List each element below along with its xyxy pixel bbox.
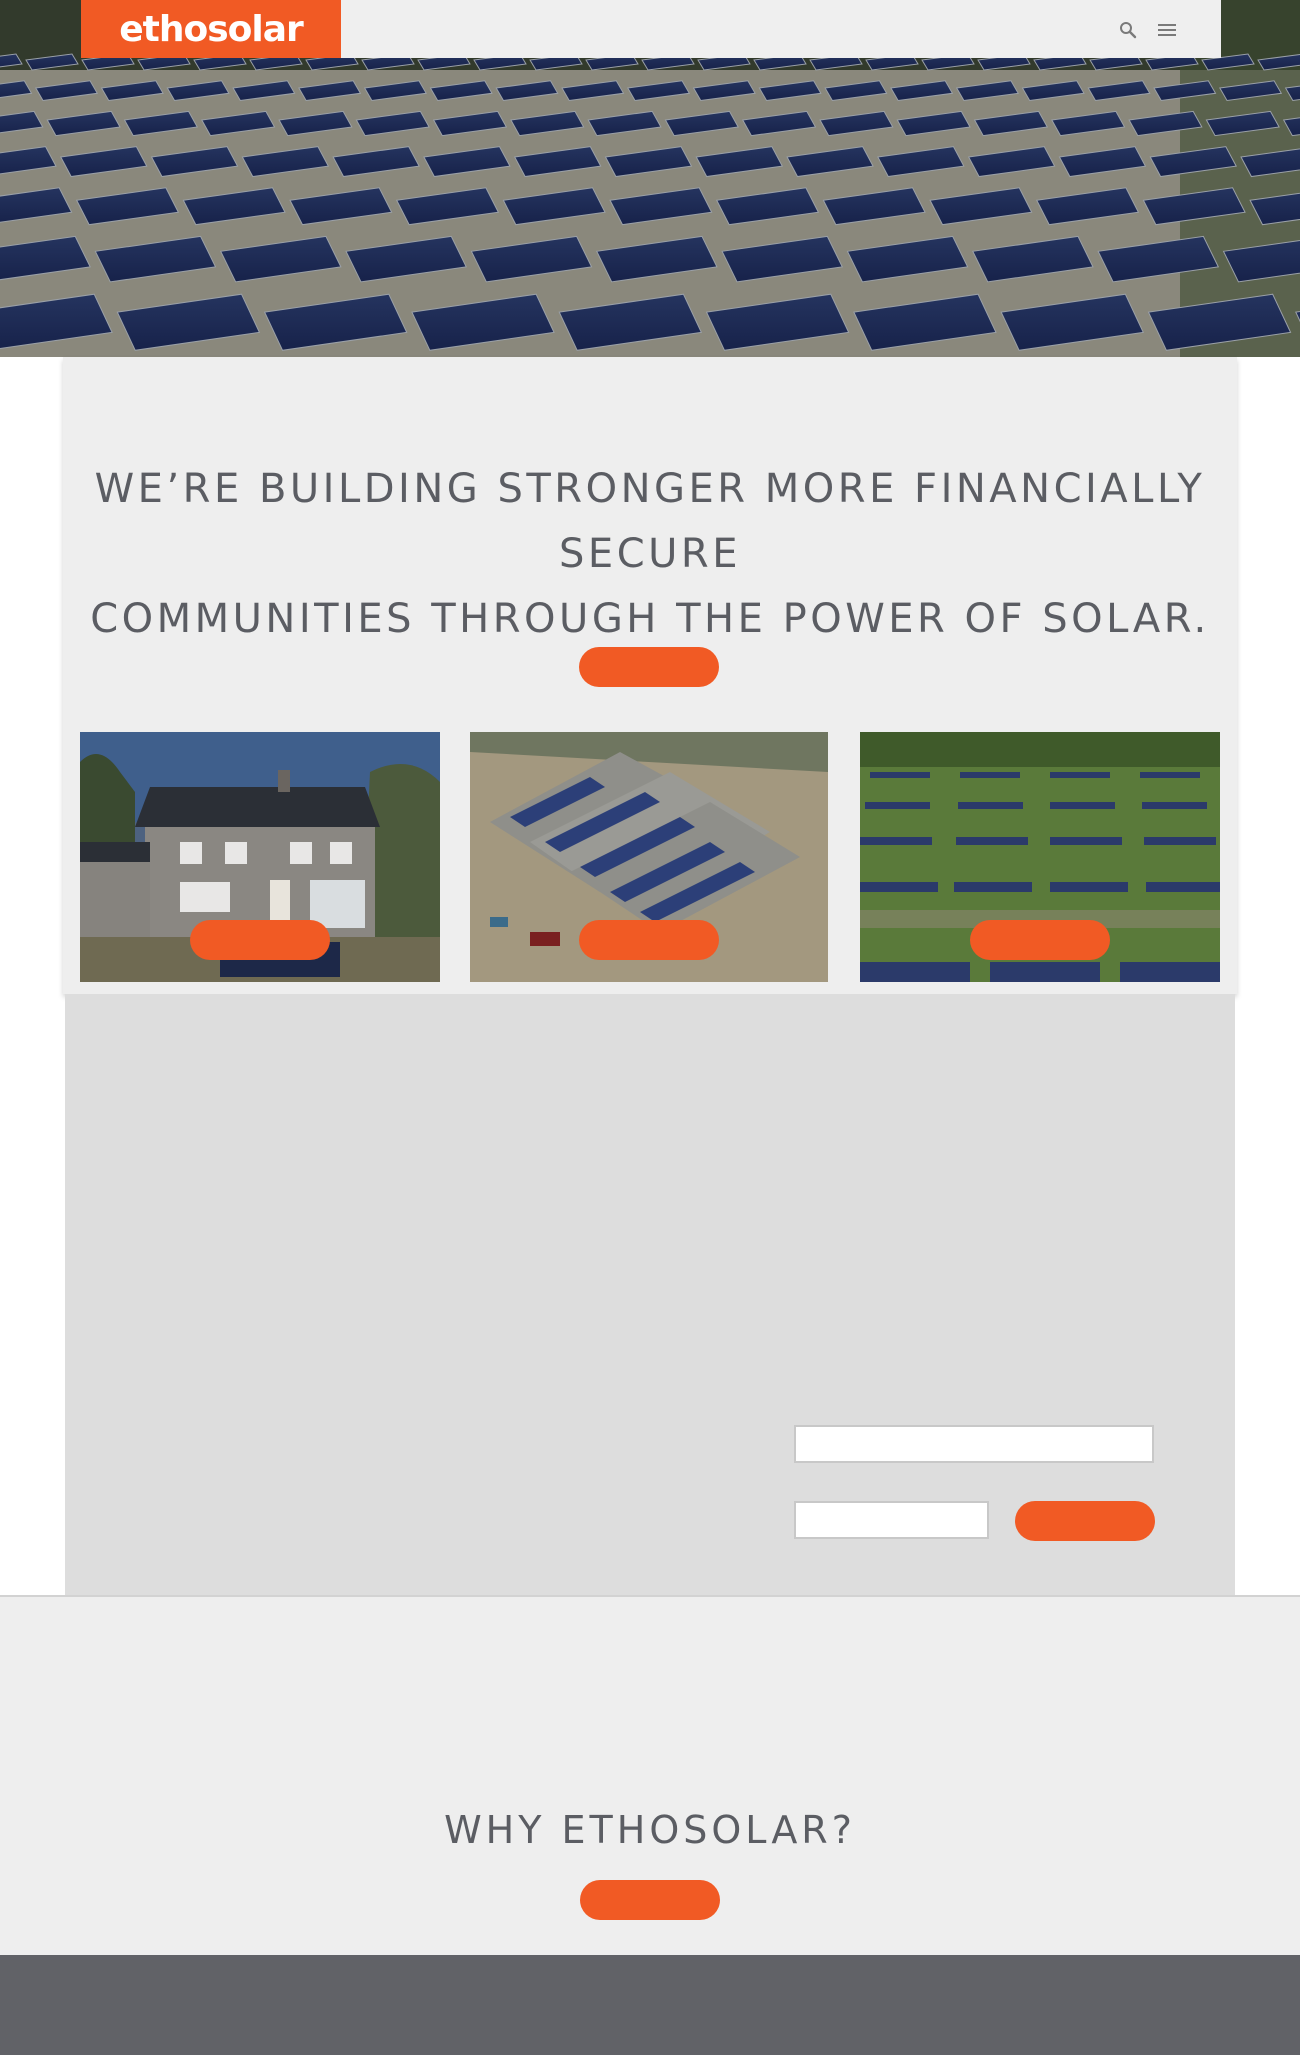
headline-line-2: COMMUNITIES THROUGH THE POWER OF SOLAR. xyxy=(90,596,1210,642)
residential-card-button[interactable] xyxy=(190,920,330,960)
mission-headline: WE’RE BUILDING STRONGER MORE FINANCIALLY… xyxy=(63,457,1237,652)
commercial-card-button[interactable] xyxy=(579,920,719,960)
top-navbar: ethosolar xyxy=(81,0,1221,58)
mission-section: WE’RE BUILDING STRONGER MORE FINANCIALLY… xyxy=(63,357,1237,994)
page: ethosolar WE’RE BUILDING STRONGER MORE F… xyxy=(0,0,1300,2055)
search-icon[interactable] xyxy=(1115,17,1141,43)
hamburger-menu-icon[interactable] xyxy=(1154,17,1180,43)
footer xyxy=(0,1955,1300,2055)
form-field-2[interactable] xyxy=(794,1501,989,1539)
residential-card[interactable] xyxy=(80,732,440,982)
why-title: WHY ETHOSOLAR? xyxy=(444,1808,856,1852)
signup-form-section xyxy=(65,994,1235,1596)
logo-text: ethosolar xyxy=(119,8,304,50)
logo[interactable]: ethosolar xyxy=(81,0,341,58)
mission-cta-button[interactable] xyxy=(579,647,719,687)
solar-farm-card[interactable] xyxy=(860,732,1220,982)
commercial-card[interactable] xyxy=(470,732,828,982)
why-section: WHY ETHOSOLAR? xyxy=(0,1595,1300,1955)
form-field-1[interactable] xyxy=(794,1425,1154,1463)
headline-line-1: WE’RE BUILDING STRONGER MORE FINANCIALLY… xyxy=(94,466,1206,577)
solar-farm-card-button[interactable] xyxy=(970,920,1110,960)
form-submit-button[interactable] xyxy=(1015,1501,1155,1541)
why-cta-button[interactable] xyxy=(580,1880,720,1920)
